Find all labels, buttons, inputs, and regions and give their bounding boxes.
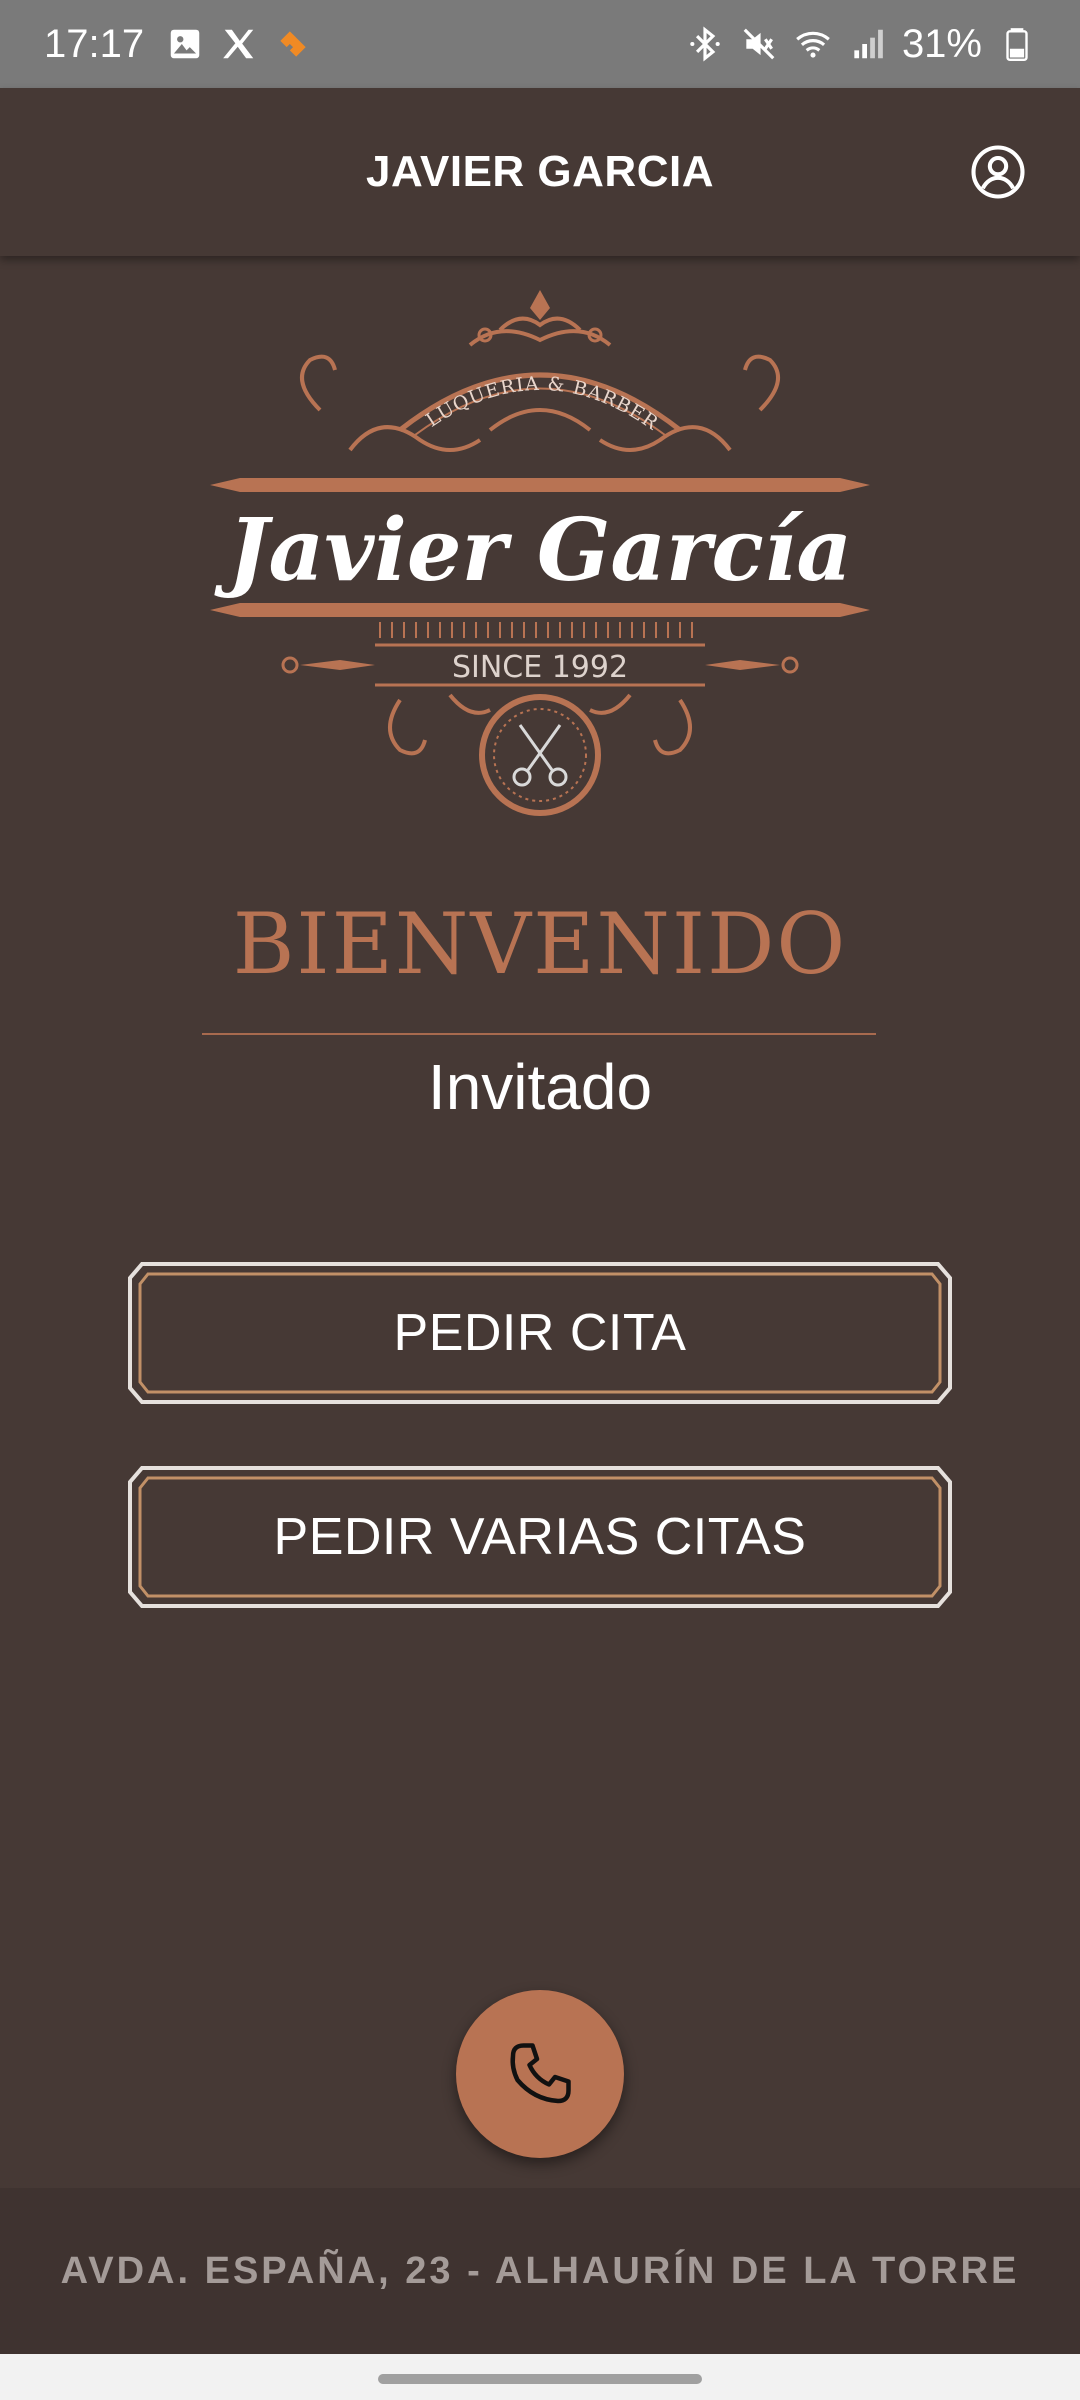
book-multiple-appointments-label: PEDIR VARIAS CITAS xyxy=(273,1508,807,1566)
x-icon xyxy=(220,25,258,63)
app-title: JAVIER GARCIA xyxy=(366,147,714,196)
footer-address: AVDA. ESPAÑA, 23 - ALHAURÍN DE LA TORRE xyxy=(0,2188,1080,2354)
book-appointment-button[interactable]: PEDIR CITA xyxy=(128,1260,952,1406)
battery-icon xyxy=(998,25,1036,63)
battery-percentage: 31% xyxy=(901,21,982,66)
bluetooth-icon xyxy=(686,25,724,63)
account-button[interactable] xyxy=(970,144,1026,200)
book-appointment-label: PEDIR CITA xyxy=(393,1304,687,1362)
status-time: 17:17 xyxy=(44,21,145,66)
status-left: 17:17 xyxy=(44,22,312,67)
wallapop-icon xyxy=(274,25,312,63)
status-bar: 17:17 31% xyxy=(0,0,1080,88)
book-multiple-appointments-button[interactable]: PEDIR VARIAS CITAS xyxy=(128,1464,952,1610)
mute-icon xyxy=(740,25,778,63)
gallery-icon xyxy=(166,25,204,63)
welcome-heading: BIENVENIDO xyxy=(232,895,848,993)
wifi-icon xyxy=(794,25,832,63)
phone-icon xyxy=(510,2043,571,2104)
app-bar: JAVIER GARCIA xyxy=(0,88,1080,256)
account-circle-icon xyxy=(971,145,1025,199)
guest-label: Invitado xyxy=(427,1051,653,1123)
logo-since: SINCE 1992 xyxy=(452,650,628,685)
signal-icon xyxy=(848,25,886,63)
brand-logo: PELUQUERIA & BARBERIA Javier García xyxy=(192,263,880,830)
logo-top-text: PELUQUERIA & BARBERIA xyxy=(192,263,662,435)
navigation-bar xyxy=(0,2354,1080,2400)
status-right: 31% xyxy=(686,22,1036,67)
logo-name: Javier García xyxy=(214,500,852,601)
home-handle[interactable] xyxy=(378,2374,702,2384)
divider xyxy=(202,1033,876,1035)
svg-text:PELUQUERIA & BARBERIA: PELUQUERIA & BARBERIA xyxy=(200,280,663,435)
call-button[interactable] xyxy=(456,1990,624,2158)
